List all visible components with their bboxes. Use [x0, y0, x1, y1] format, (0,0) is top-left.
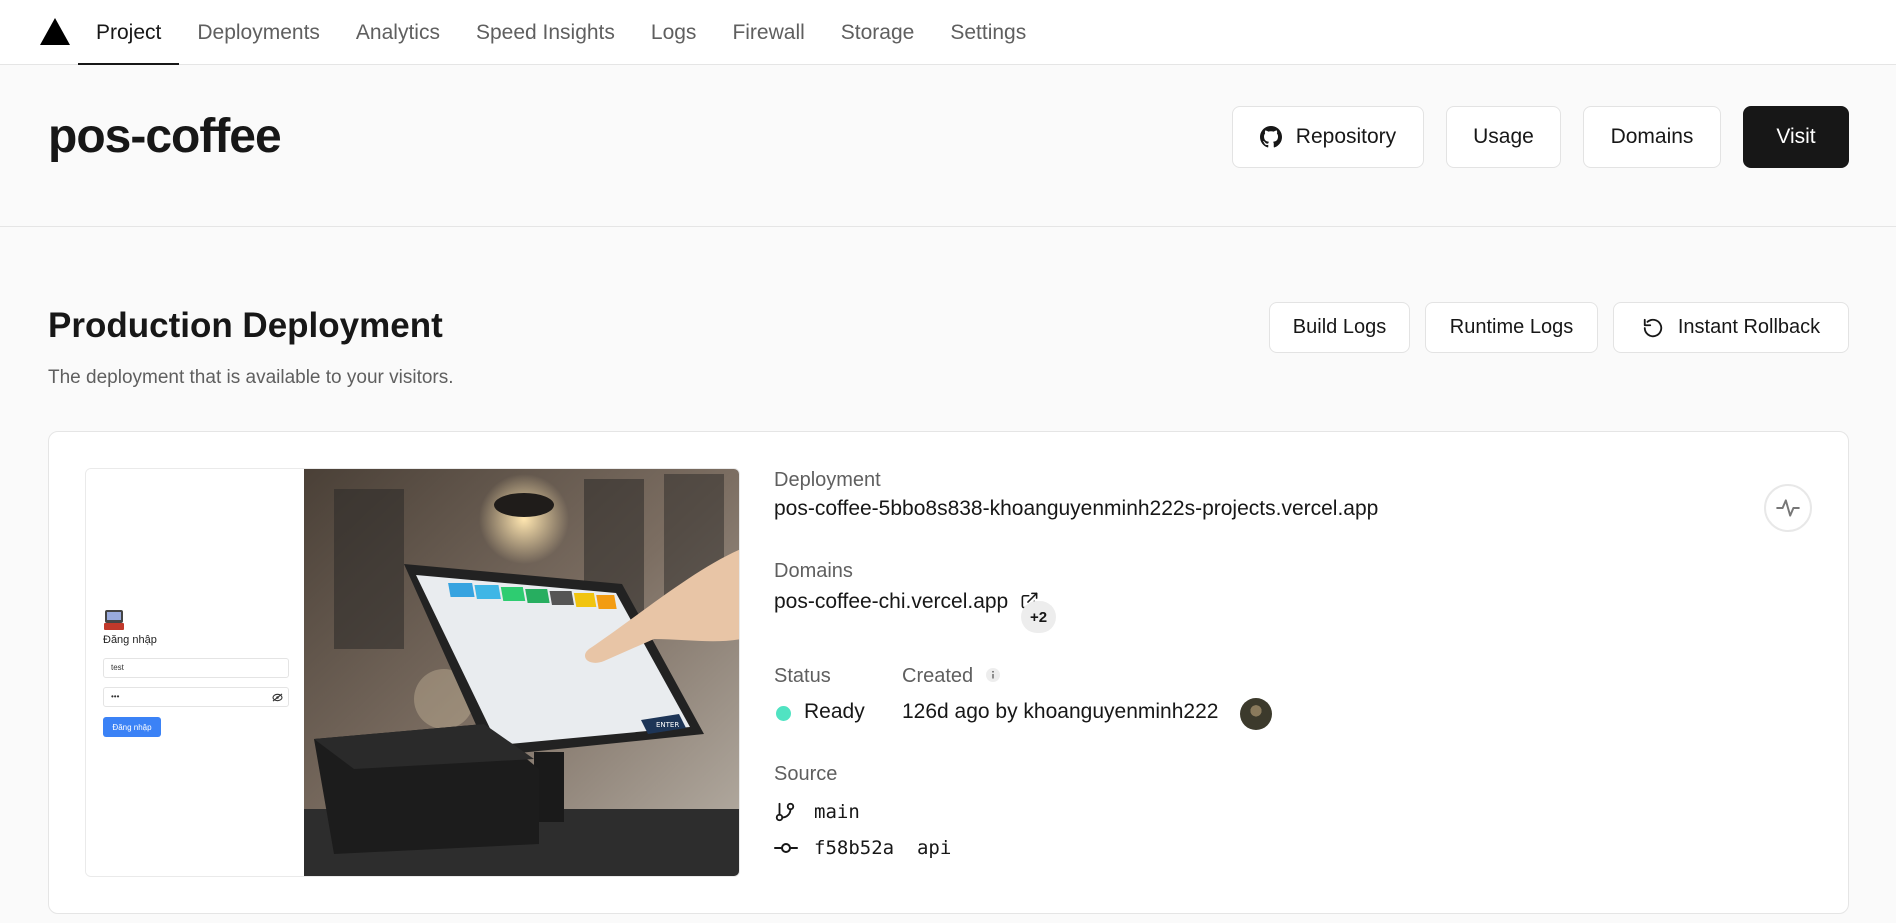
git-commit-icon — [774, 843, 798, 853]
rollback-icon — [1643, 318, 1663, 337]
avatar[interactable] — [1240, 698, 1272, 730]
build-logs-button[interactable]: Build Logs — [1269, 302, 1410, 353]
branch-name[interactable]: main — [814, 801, 860, 823]
deployment-preview[interactable]: Đăng nhập test ••• Đăng nhập ENTER — [85, 468, 740, 877]
vercel-logo-icon[interactable] — [40, 18, 70, 45]
preview-password-field: ••• — [103, 687, 289, 707]
section-description: The deployment that is available to your… — [48, 367, 454, 388]
runtime-logs-button[interactable]: Runtime Logs — [1425, 302, 1598, 353]
instant-rollback-label: Instant Rollback — [1677, 316, 1821, 338]
runtime-logs-label: Runtime Logs — [1449, 316, 1574, 338]
top-navigation: Project Deployments Analytics Speed Insi… — [0, 0, 1896, 66]
project-title: pos-coffee — [48, 110, 282, 163]
project-header: pos-coffee Repository Usage Domains Visi… — [0, 65, 1896, 227]
activity-pulse-icon — [1776, 499, 1800, 517]
usage-button[interactable]: Usage — [1446, 106, 1561, 168]
preview-login-button: Đăng nhập — [103, 717, 161, 737]
status-label: Status — [774, 665, 831, 687]
domains-label: Domains — [774, 560, 853, 582]
preview-password-value: ••• — [111, 692, 120, 701]
eye-off-icon — [272, 693, 283, 702]
created-value: 126d ago by khoanguyenminh222 — [902, 700, 1219, 723]
github-icon — [1259, 126, 1282, 148]
pos-register-icon — [104, 610, 124, 630]
deployment-url-link[interactable]: pos-coffee-5bbo8s838-khoanguyenminh222s-… — [774, 497, 1378, 521]
created-label: Created — [902, 665, 1001, 688]
section-title: Production Deployment — [48, 306, 443, 345]
deployment-card: Đăng nhập test ••• Đăng nhập ENTER Deplo… — [48, 431, 1849, 914]
tab-speed-insights[interactable]: Speed Insights — [458, 0, 633, 65]
tab-project[interactable]: Project — [78, 0, 180, 66]
repository-button[interactable]: Repository — [1232, 106, 1424, 168]
status-ready-dot — [776, 706, 791, 721]
pos-terminal-photo: ENTER — [304, 469, 739, 876]
info-icon[interactable] — [985, 667, 1001, 683]
domain-link[interactable]: pos-coffee-chi.vercel.app — [774, 590, 1039, 614]
repository-label: Repository — [1295, 125, 1397, 148]
domains-button[interactable]: Domains — [1583, 106, 1721, 168]
domains-count-badge[interactable]: +2 — [1021, 601, 1057, 633]
build-logs-label: Build Logs — [1292, 316, 1387, 338]
tab-analytics[interactable]: Analytics — [338, 0, 458, 65]
tab-storage[interactable]: Storage — [823, 0, 933, 65]
preview-username-field: test — [103, 658, 289, 678]
created-label-text: Created — [902, 665, 974, 687]
tab-bar: Project Deployments Analytics Speed Insi… — [78, 0, 1044, 66]
git-branch-icon — [775, 802, 795, 822]
deployment-label: Deployment — [774, 469, 881, 491]
visit-label: Visit — [1776, 125, 1816, 148]
usage-label: Usage — [1473, 125, 1534, 148]
domain-text: pos-coffee-chi.vercel.app — [774, 590, 1009, 613]
pos-enter-key: ENTER — [656, 721, 679, 729]
preview-login-panel: Đăng nhập test ••• Đăng nhập — [86, 469, 304, 876]
source-label: Source — [774, 763, 838, 785]
tab-logs[interactable]: Logs — [633, 0, 715, 65]
tab-settings[interactable]: Settings — [932, 0, 1044, 65]
activity-button[interactable] — [1764, 484, 1812, 532]
instant-rollback-button[interactable]: Instant Rollback — [1613, 302, 1849, 353]
tab-deployments[interactable]: Deployments — [179, 0, 338, 65]
status-value: Ready — [804, 700, 865, 723]
preview-login-title: Đăng nhập — [103, 634, 157, 646]
domains-label: Domains — [1610, 125, 1694, 148]
commit-info[interactable]: f58b52a api — [814, 837, 951, 859]
tab-firewall[interactable]: Firewall — [714, 0, 822, 65]
visit-button[interactable]: Visit — [1743, 106, 1849, 168]
